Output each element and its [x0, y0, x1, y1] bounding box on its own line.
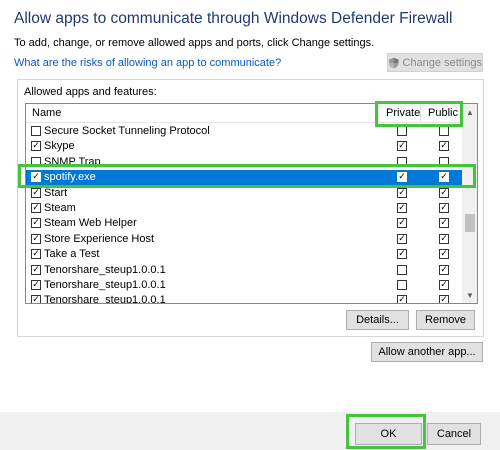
app-enabled-checkbox[interactable]: ✓ [31, 295, 41, 303]
app-enabled-checkbox[interactable] [31, 156, 41, 167]
app-enabled-checkbox[interactable]: ✓ [31, 172, 41, 183]
private-checkbox[interactable]: ✓ [397, 141, 407, 152]
private-checkbox[interactable] [397, 280, 407, 290]
remove-button[interactable]: Remove [416, 310, 475, 330]
app-row[interactable]: ✓ Skype ✓ ✓ [26, 139, 462, 154]
app-enabled-checkbox[interactable]: ✓ [31, 280, 41, 290]
column-header-public[interactable]: Public [428, 107, 458, 119]
shield-icon [388, 57, 399, 68]
public-checkbox[interactable]: ✓ [439, 233, 449, 244]
app-row[interactable]: ✓ spotify.exe ✓ ✓ [26, 170, 462, 186]
ok-button[interactable]: OK [355, 423, 422, 445]
app-row[interactable]: ✓ Start ✓ ✓ [26, 186, 462, 201]
public-checkbox[interactable]: ✓ [439, 203, 449, 213]
app-enabled-checkbox[interactable]: ✓ [31, 249, 41, 260]
change-settings-label: Change settings [402, 56, 483, 69]
column-header-private[interactable]: Private [386, 107, 420, 119]
list-scrollbar[interactable]: ▲ ▼ [462, 104, 477, 303]
private-checkbox[interactable] [397, 126, 407, 136]
app-name: SNMP Trap [44, 155, 101, 168]
app-row[interactable]: ✓ Steam Web Helper ✓ ✓ [26, 216, 462, 231]
private-checkbox[interactable]: ✓ [397, 249, 407, 260]
cancel-button[interactable]: Cancel [427, 423, 481, 445]
risks-link[interactable]: What are the risks of allowing an app to… [14, 57, 281, 69]
app-name: Skype [44, 140, 75, 153]
private-checkbox[interactable]: ✓ [397, 233, 407, 244]
app-name: Steam Web Helper [44, 217, 137, 230]
public-checkbox[interactable]: ✓ [439, 280, 449, 290]
app-row[interactable]: ✓ Store Experience Host ✓ ✓ [26, 232, 462, 247]
public-checkbox[interactable] [439, 156, 449, 167]
private-checkbox[interactable]: ✓ [397, 172, 407, 183]
column-divider [378, 104, 379, 123]
app-name: Tenorshare_steup1.0.0.1 [44, 263, 166, 276]
column-divider [420, 104, 421, 123]
app-enabled-checkbox[interactable]: ✓ [31, 233, 41, 244]
app-name: Start [44, 186, 68, 199]
scroll-down-icon[interactable]: ▼ [462, 287, 477, 303]
app-row[interactable]: Secure Socket Tunneling Protocol [26, 124, 462, 139]
app-enabled-checkbox[interactable]: ✓ [31, 218, 41, 229]
private-checkbox[interactable]: ✓ [397, 295, 407, 303]
app-name: Steam [44, 202, 76, 214]
app-name: spotify.exe [44, 171, 96, 184]
app-enabled-checkbox[interactable]: ✓ [31, 264, 41, 275]
app-row[interactable]: ✓ Tenorshare_steup1.0.0.1 ✓ [26, 278, 462, 293]
dialog-footer [0, 412, 500, 450]
app-enabled-checkbox[interactable] [31, 126, 41, 136]
public-checkbox[interactable]: ✓ [439, 264, 449, 275]
public-checkbox[interactable]: ✓ [439, 187, 449, 198]
private-checkbox[interactable]: ✓ [397, 218, 407, 229]
public-checkbox[interactable]: ✓ [439, 295, 449, 303]
allow-another-app-button[interactable]: Allow another app... [371, 342, 483, 362]
private-checkbox[interactable] [397, 156, 407, 167]
app-row[interactable]: ✓ Steam ✓ ✓ [26, 201, 462, 216]
app-enabled-checkbox[interactable]: ✓ [31, 187, 41, 198]
details-button[interactable]: Details... [346, 310, 409, 330]
scroll-up-icon[interactable]: ▲ [462, 104, 477, 120]
app-name: Secure Socket Tunneling Protocol [44, 125, 210, 137]
app-enabled-checkbox[interactable]: ✓ [31, 141, 41, 152]
public-checkbox[interactable] [439, 126, 449, 136]
allowed-apps-label: Allowed apps and features: [24, 86, 157, 98]
public-checkbox[interactable]: ✓ [439, 141, 449, 152]
public-checkbox[interactable]: ✓ [439, 218, 449, 229]
public-checkbox[interactable]: ✓ [439, 249, 449, 260]
app-name: Tenorshare_steup1.0.0.1 [44, 294, 166, 304]
page-subtitle: To add, change, or remove allowed apps a… [14, 37, 375, 49]
allowed-apps-list[interactable]: Name Private Public Secure Socket Tunnel… [25, 103, 478, 304]
app-row[interactable]: ✓ Tenorshare_steup1.0.0.1 ✓ ✓ [26, 293, 462, 304]
app-row[interactable]: ✓ Take a Test ✓ ✓ [26, 247, 462, 262]
app-name: Tenorshare_steup1.0.0.1 [44, 279, 166, 291]
app-name: Take a Test [44, 248, 100, 261]
app-name: Store Experience Host [44, 232, 155, 245]
private-checkbox[interactable]: ✓ [397, 203, 407, 213]
app-row[interactable]: SNMP Trap [26, 155, 462, 170]
private-checkbox[interactable] [397, 264, 407, 275]
app-enabled-checkbox[interactable]: ✓ [31, 203, 41, 213]
list-header: Name Private Public [26, 104, 462, 123]
page-title: Allow apps to communicate through Window… [14, 10, 453, 27]
app-row[interactable]: ✓ Tenorshare_steup1.0.0.1 ✓ [26, 263, 462, 278]
private-checkbox[interactable]: ✓ [397, 187, 407, 198]
scroll-thumb[interactable] [465, 214, 475, 232]
change-settings-button[interactable]: Change settings [387, 53, 483, 72]
column-header-name[interactable]: Name [32, 107, 61, 119]
public-checkbox[interactable]: ✓ [439, 172, 449, 183]
